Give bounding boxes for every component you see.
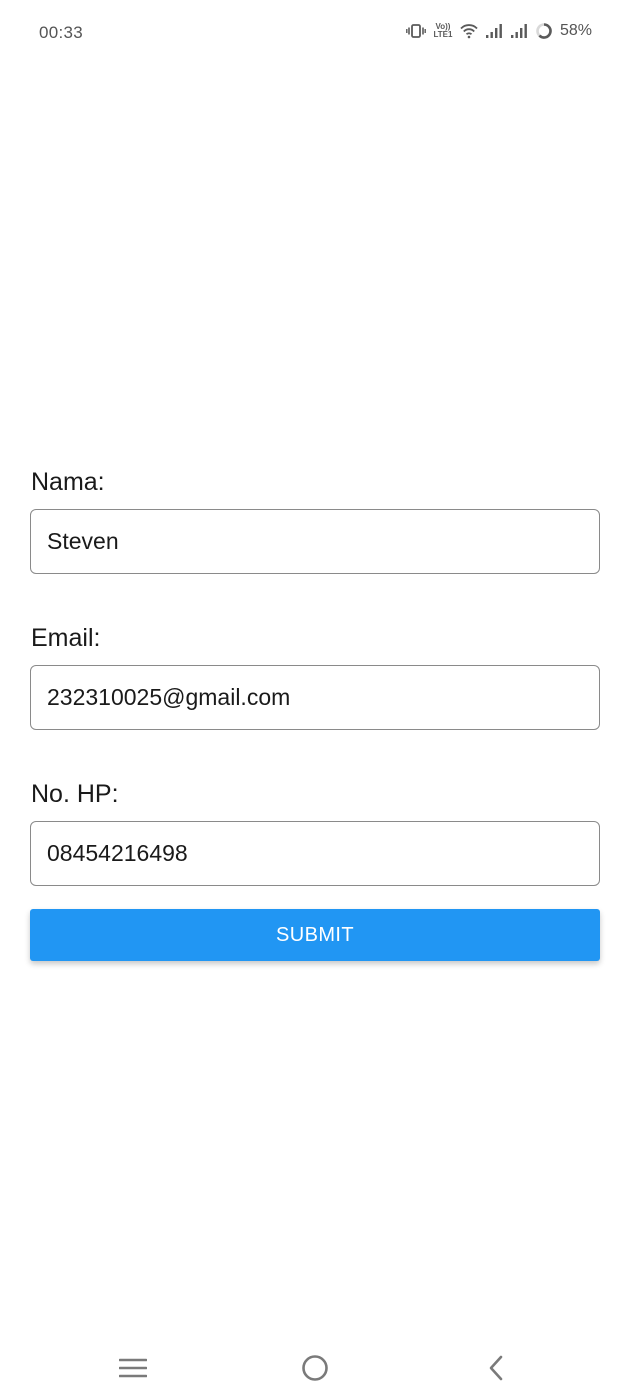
signal-icon bbox=[510, 23, 528, 39]
navigation-bar bbox=[0, 1336, 630, 1400]
status-bar: 00:33 Vo)) LTE1 58% bbox=[0, 0, 630, 66]
name-field-group: Nama: bbox=[30, 466, 600, 574]
name-label: Nama: bbox=[31, 468, 105, 496]
phone-field-group: No. HP: bbox=[30, 778, 600, 886]
email-input[interactable] bbox=[30, 665, 600, 730]
volte-icon: Vo)) LTE1 bbox=[433, 23, 453, 39]
battery-percentage: 58% bbox=[559, 22, 592, 39]
menu-icon[interactable] bbox=[113, 1350, 153, 1386]
volte-bottom: LTE1 bbox=[433, 30, 453, 39]
wifi-icon bbox=[460, 23, 478, 39]
home-icon[interactable] bbox=[295, 1350, 335, 1386]
name-input[interactable] bbox=[30, 509, 600, 574]
status-time: 00:33 bbox=[39, 23, 84, 42]
status-icons: Vo)) LTE1 58% bbox=[406, 22, 592, 40]
submit-button[interactable]: SUBMIT bbox=[30, 909, 600, 961]
signal-icon bbox=[485, 23, 503, 39]
back-icon[interactable] bbox=[476, 1350, 516, 1386]
vibrate-icon bbox=[406, 23, 426, 39]
email-field-group: Email: bbox=[30, 622, 600, 730]
phone-input[interactable] bbox=[30, 821, 600, 886]
battery-icon bbox=[535, 22, 553, 40]
phone-label: No. HP: bbox=[31, 780, 119, 808]
email-label: Email: bbox=[31, 624, 101, 652]
contact-form: Nama: Email: No. HP: SUBMIT bbox=[30, 466, 600, 961]
